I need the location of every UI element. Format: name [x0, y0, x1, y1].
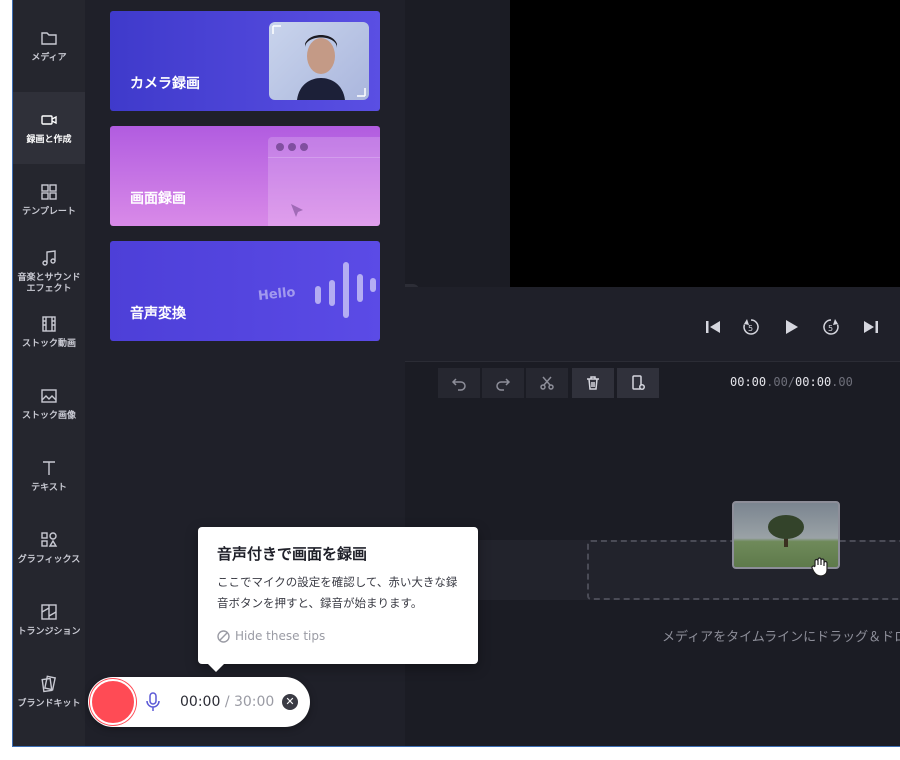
card-label: 画面録画 — [130, 191, 186, 207]
svg-text:5: 5 — [828, 324, 833, 333]
sidebar-item-label: ブランドキット — [17, 698, 81, 709]
skip-to-start-button[interactable] — [703, 317, 723, 337]
voice-record-card[interactable]: Hello 音声変換 — [110, 241, 380, 341]
card-label: カメラ録画 — [130, 76, 200, 92]
cursor-icon — [291, 204, 303, 217]
hide-tips-label: Hide these tips — [235, 629, 326, 643]
undo-icon — [451, 378, 466, 391]
film-icon — [42, 315, 56, 332]
rewind-5-icon: 5 — [743, 319, 759, 335]
card-label: 音声変換 — [130, 306, 186, 322]
timeline: メディアをタイムラインにドラッグ＆ドロップ — [405, 404, 900, 746]
soundwave-icon — [315, 262, 376, 318]
time-separator: / — [787, 375, 796, 389]
playback-controls: 5 5 — [405, 287, 900, 362]
transition-icon — [41, 603, 57, 620]
video-preview — [510, 0, 900, 287]
sidebar-item-label: ストック動画 — [21, 338, 76, 349]
timecode-display: 00:00.00/00:00.00 — [730, 375, 853, 389]
sidebar-item-stock-images[interactable]: ストック画像 — [13, 368, 85, 440]
play-button[interactable] — [781, 317, 801, 337]
folder-icon — [41, 31, 57, 45]
sidebar-item-label: テンプレート — [22, 206, 76, 217]
time-limit: 30:00 — [233, 694, 275, 710]
tooltip-title: 音声付きで画面を録画 — [217, 545, 368, 563]
sidebar-item-media[interactable]: メディア — [13, 10, 85, 82]
music-note-icon — [42, 250, 56, 266]
current-time: 00:00 — [730, 375, 767, 389]
microphone-icon — [146, 692, 160, 711]
timer-separator: / — [224, 694, 230, 710]
current-time-frac: .00 — [766, 375, 788, 389]
redo-button[interactable] — [482, 368, 524, 398]
camera-record-card[interactable]: カメラ録画 — [110, 11, 380, 111]
sidebar-item-record-create[interactable]: 録画と作成 — [13, 92, 85, 164]
close-recorder-button[interactable]: ✕ — [282, 694, 298, 710]
image-icon — [41, 388, 57, 403]
skip-end-icon — [864, 321, 878, 333]
sidebar-item-graphics[interactable]: グラフィックス — [13, 512, 85, 584]
timeline-toolbar: 00:00.00/00:00.00 — [405, 362, 900, 404]
elapsed-time: 00:00 — [180, 694, 221, 710]
sidebar: メディア 録画と作成 テンプレート 音楽とサウンド エフェクト ストック動画 ス… — [13, 0, 85, 746]
redo-icon — [496, 378, 511, 391]
screen-record-card[interactable]: 画面録画 — [110, 126, 380, 226]
delete-button[interactable] — [572, 368, 614, 398]
sidebar-item-label: ストック画像 — [21, 410, 76, 421]
trash-icon — [587, 376, 599, 390]
skip-to-end-button[interactable] — [861, 317, 881, 337]
skip-start-icon — [706, 321, 720, 333]
sidebar-item-transitions[interactable]: トランジション — [13, 584, 85, 656]
close-icon: ✕ — [285, 695, 295, 708]
drop-hint-text: メディアをタイムラインにドラッグ＆ドロップ — [662, 630, 900, 645]
record-button[interactable] — [90, 679, 136, 725]
total-time: 00:00 — [795, 375, 832, 389]
prohibited-icon — [217, 629, 230, 643]
rewind-5s-button[interactable]: 5 — [741, 317, 761, 337]
sidebar-item-label: 録画と作成 — [26, 134, 72, 145]
shapes-icon — [41, 531, 58, 547]
play-icon — [786, 320, 798, 334]
grab-hand-icon — [811, 557, 828, 577]
recording-timer: 00:00 / 30:00 — [180, 694, 274, 710]
sidebar-item-label: 音楽とサウンド エフェクト — [17, 273, 81, 294]
sidebar-item-label: メディア — [31, 52, 67, 63]
sidebar-item-label: テキスト — [31, 482, 67, 493]
sidebar-item-templates[interactable]: テンプレート — [13, 164, 85, 236]
split-button[interactable] — [526, 368, 568, 398]
forward-5s-button[interactable]: 5 — [821, 317, 841, 337]
window-bottom-border — [12, 746, 900, 747]
add-clip-icon — [632, 375, 645, 390]
brand-kit-icon — [41, 674, 56, 692]
scissors-icon — [540, 376, 554, 390]
sidebar-item-label: グラフィックス — [17, 554, 81, 565]
tip-tooltip: 音声付きで画面を録画 ここでマイクの設定を確認して、赤い大きな録音ボタンを押すと… — [198, 527, 478, 672]
sidebar-item-text[interactable]: テキスト — [13, 440, 85, 512]
camera-preview-thumbnail — [269, 22, 369, 100]
hello-art-text: Hello — [257, 285, 297, 304]
sidebar-item-stock-video[interactable]: ストック動画 — [13, 296, 85, 368]
hide-tips-link[interactable]: Hide these tips — [217, 629, 325, 643]
total-time-frac: .00 — [831, 375, 853, 389]
add-to-timeline-button[interactable] — [617, 368, 659, 398]
forward-5-icon: 5 — [823, 319, 839, 335]
video-camera-icon — [41, 114, 57, 125]
browser-window-illustration — [268, 137, 380, 226]
microphone-button[interactable] — [145, 692, 161, 712]
undo-button[interactable] — [438, 368, 480, 398]
templates-icon — [41, 183, 57, 200]
recorder-control: 00:00 / 30:00 ✕ — [88, 677, 310, 727]
sidebar-item-brand-kit[interactable]: ブランドキット — [13, 656, 85, 728]
tooltip-body: ここでマイクの設定を確認して、赤い大きな録音ボタンを押すと、録音が始まります。 — [217, 575, 458, 610]
svg-text:5: 5 — [748, 324, 753, 333]
sidebar-item-label: トランジション — [17, 626, 81, 637]
text-icon — [43, 460, 55, 475]
